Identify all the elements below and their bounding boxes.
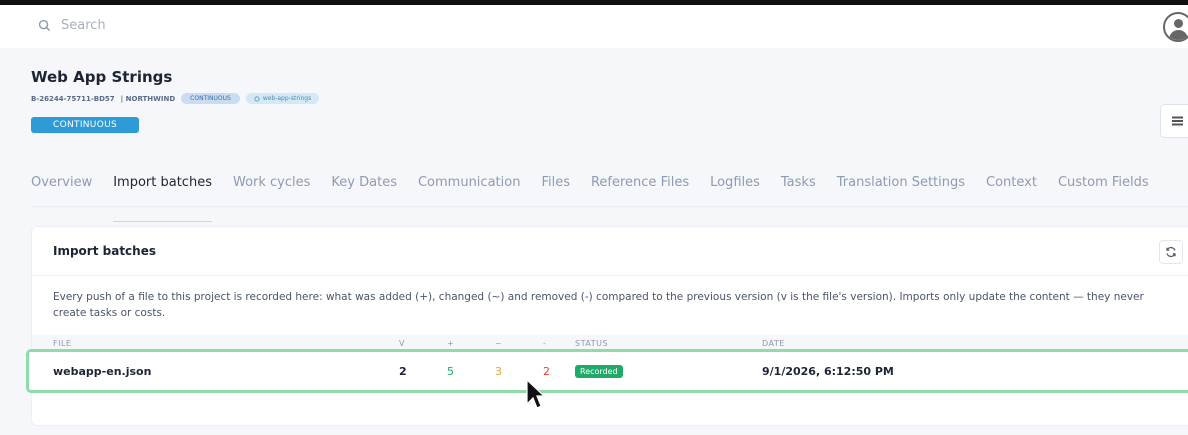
search-icon (38, 19, 51, 32)
table-header: FILE V + ~ - STATUS DATE (32, 335, 1188, 350)
table-row[interactable]: webapp-en.json 2 5 3 2 Recorded 9/1/2026… (26, 349, 1188, 393)
tab-communication[interactable]: Communication (418, 175, 520, 204)
project-meta: B-26244-75711-BD57 | NORTHWIND CONTINUOU… (31, 93, 320, 104)
tab-divider (31, 206, 1188, 207)
tab-tasks[interactable]: Tasks (781, 175, 816, 204)
repo-tag-label: web-app-strings (262, 95, 312, 102)
refresh-icon (1166, 247, 1176, 257)
col-changed: ~ (495, 339, 503, 348)
tab-bar: Overview Import batches Work cycles Key … (31, 175, 1149, 222)
row-file: webapp-en.json (53, 365, 152, 378)
tab-overview[interactable]: Overview (31, 175, 92, 204)
col-status: STATUS (575, 339, 609, 348)
row-date: 9/1/2026, 6:12:50 PM (762, 365, 894, 378)
page-title: Web App Strings (31, 68, 173, 86)
client-name: | NORTHWIND (120, 94, 176, 103)
tab-work-cycles[interactable]: Work cycles (233, 175, 310, 204)
tab-logfiles[interactable]: Logfiles (710, 175, 760, 204)
mouse-cursor-icon (526, 378, 545, 409)
col-file: FILE (53, 339, 72, 348)
row-changed: 3 (495, 365, 502, 378)
tab-translation-settings[interactable]: Translation Settings (837, 175, 965, 204)
card-divider (32, 275, 1188, 276)
col-version: V (399, 339, 405, 348)
mode-tag: CONTINUOUS (181, 93, 240, 104)
tab-reference-files[interactable]: Reference Files (591, 175, 689, 204)
refresh-button[interactable] (1159, 240, 1183, 264)
search-box[interactable]: Search (38, 18, 106, 33)
tab-files[interactable]: Files (541, 175, 570, 204)
tab-key-dates[interactable]: Key Dates (331, 175, 397, 204)
tab-custom-fields[interactable]: Custom Fields (1058, 175, 1149, 204)
col-date: DATE (762, 339, 785, 348)
import-batches-card: Import batches Every push of a file to t… (26, 226, 1188, 426)
card-description: Every push of a file to this project is … (53, 291, 1144, 319)
project-code: B-26244-75711-BD57 (31, 94, 115, 103)
tab-context[interactable]: Context (986, 175, 1037, 204)
row-removed: 2 (543, 365, 550, 378)
col-removed: - (543, 339, 547, 348)
col-added: + (447, 339, 455, 348)
status-badge: CONTINUOUS (31, 117, 139, 133)
row-status-badge: Recorded (575, 365, 623, 378)
row-added: 5 (447, 365, 454, 378)
repo-tag: web-app-strings (245, 93, 320, 104)
menu-icon[interactable] (1160, 104, 1188, 138)
user-avatar-icon[interactable] (1163, 12, 1188, 42)
row-version: 2 (399, 365, 407, 378)
card-title: Import batches (53, 244, 156, 258)
top-header: Search (0, 5, 1188, 48)
link-icon (254, 96, 260, 101)
tab-import-batches[interactable]: Import batches (113, 175, 212, 222)
search-input[interactable]: Search (61, 18, 106, 33)
